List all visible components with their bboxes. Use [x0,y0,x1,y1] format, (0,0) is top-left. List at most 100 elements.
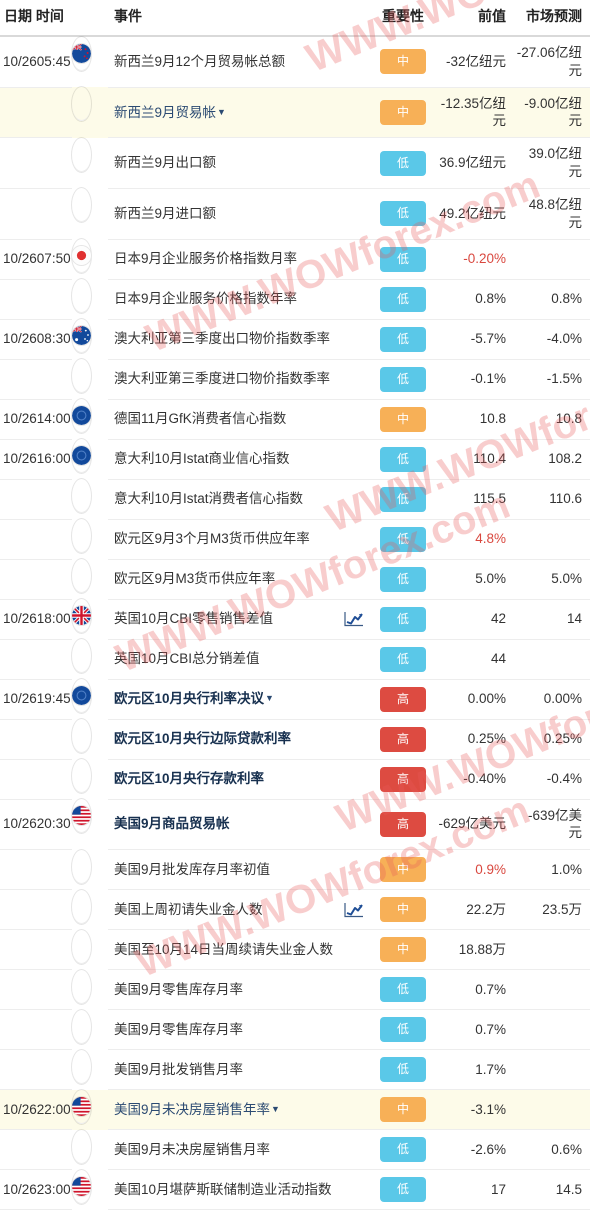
cell-event[interactable]: 澳大利亚第三季度进口物价指数季率 [108,359,371,400]
cell-event[interactable]: 欧元区9月3个月M3货币供应年率 [108,519,371,560]
cell-event[interactable]: 美国9月批发销售月率 [108,1049,371,1091]
cell-importance: 中 [370,87,437,139]
cell-datetime [0,1009,72,1051]
cell-datetime [0,519,72,560]
event-name[interactable]: 新西兰9月贸易帐 [114,105,216,120]
cell-event[interactable]: 美国9月零售库存月率 [108,969,371,1011]
cell-forecast-value: 23.5万 [514,889,590,931]
cell-event[interactable]: 英国10月CBI总分销差值 [108,639,371,680]
event-name[interactable]: 欧元区10月央行利率决议 [114,691,264,706]
event-name[interactable]: 英国10月CBI零售销售差值 [114,611,273,626]
cell-event[interactable]: 日本9月企业服务价格指数月率 [108,239,371,280]
table-row[interactable]: 欧元区9月3个月M3货币供应年率 低 4.8% [0,519,590,560]
table-row[interactable]: 欧元区10月央行边际贷款利率 高 0.25% 0.25% [0,719,590,760]
cell-event[interactable]: 英国10月CBI零售销售差值 [108,599,371,640]
chevron-down-icon[interactable]: ▼ [217,107,226,117]
table-row[interactable]: 澳大利亚第三季度进口物价指数季率 低 -0.1% -1.5% [0,359,590,400]
event-name[interactable]: 美国9月零售库存月率 [114,1022,243,1037]
event-name[interactable]: 美国9月批发销售月率 [114,1062,243,1077]
table-row[interactable]: 美国上周初请失业金人数 中 22.2万 23.5万 [0,889,590,931]
event-name[interactable]: 日本9月企业服务价格指数月率 [114,251,297,266]
event-name[interactable]: 美国9月商品贸易帐 [114,816,230,831]
cell-event[interactable]: 新西兰9月进口额 [108,188,371,240]
table-row[interactable]: 美国9月批发销售月率 低 1.7% [0,1049,590,1091]
event-name[interactable]: 美国9月未决房屋销售年率 [114,1102,270,1117]
cell-datetime [0,279,72,320]
cell-event[interactable]: 日本9月企业服务价格指数年率 [108,279,371,320]
event-name[interactable]: 日本9月企业服务价格指数年率 [114,291,297,306]
line-chart-icon[interactable] [344,902,364,918]
table-row[interactable]: 日本9月企业服务价格指数年率 低 0.8% 0.8% [0,279,590,320]
event-name[interactable]: 美国9月批发库存月率初值 [114,862,270,877]
cell-datetime: 10/2616:00 [0,439,72,480]
cell-event[interactable]: 美国至10月14日当周续请失业金人数 [108,929,371,971]
chevron-down-icon[interactable]: ▼ [265,694,274,703]
event-name-wrapper: 美国至10月14日当周续请失业金人数 [114,941,366,959]
event-name[interactable]: 德国11月GfK消费者信心指数 [114,411,286,426]
cell-event[interactable]: 美国9月未决房屋销售月率 [108,1129,371,1171]
cell-event[interactable]: 美国9月零售库存月率 [108,1009,371,1051]
event-name[interactable]: 欧元区10月央行存款利率 [114,771,264,786]
column-header-importance: 重要性 [370,0,437,37]
cell-importance: 低 [370,279,437,320]
event-name[interactable]: 新西兰9月12个月贸易帐总额 [114,54,285,69]
cell-event[interactable]: 欧元区9月M3货币供应年率 [108,559,371,600]
event-name[interactable]: 美国10月堪萨斯联储制造业活动指数 [114,1182,332,1197]
previous-value: 4.8% [475,531,507,547]
table-row[interactable]: 美国至10月14日当周续请失业金人数 中 18.88万 [0,929,590,971]
cell-event[interactable]: 德国11月GfK消费者信心指数 [108,399,371,440]
table-row[interactable]: 新西兰9月出口额 低 36.9亿纽元 39.0亿纽元 [0,137,590,189]
table-row[interactable]: 10/2605:45 新西兰9月12个月贸易帐总额 中 -32亿纽元 -27.06亿纽… [0,36,590,88]
table-row[interactable]: 美国9月批发库存月率初值 中 0.9% 1.0% [0,849,590,891]
line-chart-icon[interactable] [344,611,364,627]
cell-event[interactable]: 美国9月批发库存月率初值 [108,849,371,891]
table-row[interactable]: 新西兰9月进口额 低 49.2亿纽元 48.8亿纽元 [0,188,590,240]
table-row[interactable]: 10/2622:00 美国9月未决房屋销售年率▼ 中 -3.1% [0,1089,590,1131]
event-name[interactable]: 欧元区9月M3货币供应年率 [114,571,275,586]
table-row[interactable]: 欧元区10月央行存款利率 高 -0.40% -0.4% [0,759,590,800]
event-name[interactable]: 意大利10月Istat商业信心指数 [114,451,290,466]
event-name[interactable]: 美国9月零售库存月率 [114,982,243,997]
table-row[interactable]: 美国9月零售库存月率 低 0.7% [0,1009,590,1051]
table-row[interactable]: 10/2623:00 美国10月堪萨斯联储制造业活动指数 低 17 14.5 [0,1169,590,1210]
chevron-down-icon[interactable]: ▼ [271,1104,280,1114]
table-row[interactable]: 意大利10月Istat消费者信心指数 低 115.5 110.6 [0,479,590,520]
event-name[interactable]: 新西兰9月进口额 [114,206,216,221]
table-row[interactable]: 10/2616:00 意大利10月Istat商业信心指数 低 110.4 108.2 [0,439,590,480]
table-row[interactable]: 10/2607:50 日本9月企业服务价格指数月率 低 -0.20% [0,239,590,280]
cell-event[interactable]: 欧元区10月央行利率决议▼ [108,679,371,720]
table-row[interactable]: 10/2608:30 澳大利亚第三季度出口物价指数季率 低 -5.7% -4.0% [0,319,590,360]
event-name[interactable]: 欧元区9月3个月M3货币供应年率 [114,531,310,546]
cell-event[interactable]: 美国9月商品贸易帐 [108,799,371,851]
table-row[interactable]: 10/2620:30 美国9月商品贸易帐 高 -629亿美元 -639亿美元 [0,799,590,851]
event-name[interactable]: 美国至10月14日当周续请失业金人数 [114,942,333,957]
table-row[interactable]: 英国10月CBI总分销差值 低 44 [0,639,590,680]
table-row[interactable]: 美国9月零售库存月率 低 0.7% [0,969,590,1011]
event-name[interactable]: 英国10月CBI总分销差值 [114,651,260,666]
table-row[interactable]: 欧元区9月M3货币供应年率 低 5.0% 5.0% [0,559,590,600]
table-row[interactable]: 10/2618:00 英国10月CBI零售销售差值 低 42 14 [0,599,590,640]
cell-event[interactable]: 新西兰9月贸易帐▼ [108,87,371,139]
cell-event[interactable]: 澳大利亚第三季度出口物价指数季率 [108,319,371,360]
cell-event[interactable]: 意大利10月Istat消费者信心指数 [108,479,371,520]
cell-event[interactable]: 意大利10月Istat商业信心指数 [108,439,371,480]
event-name[interactable]: 澳大利亚第三季度出口物价指数季率 [114,331,330,346]
cell-event[interactable]: 美国9月未决房屋销售年率▼ [108,1089,371,1131]
event-name[interactable]: 美国上周初请失业金人数 [114,902,263,917]
event-name[interactable]: 美国9月未决房屋销售月率 [114,1142,270,1157]
event-name[interactable]: 意大利10月Istat消费者信心指数 [114,491,303,506]
cell-importance: 中 [370,849,437,891]
cell-event[interactable]: 新西兰9月出口额 [108,137,371,189]
cell-event[interactable]: 欧元区10月央行存款利率 [108,759,371,800]
event-name[interactable]: 欧元区10月央行边际贷款利率 [114,731,291,746]
cell-event[interactable]: 美国上周初请失业金人数 [108,889,371,931]
table-row[interactable]: 新西兰9月贸易帐▼ 中 -12.35亿纽元 -9.00亿纽元 [0,87,590,139]
cell-event[interactable]: 欧元区10月央行边际贷款利率 [108,719,371,760]
table-row[interactable]: 10/2619:45 欧元区10月央行利率决议▼ 高 0.00% 0.00% [0,679,590,720]
event-name[interactable]: 新西兰9月出口额 [114,155,216,170]
cell-event[interactable]: 美国10月堪萨斯联储制造业活动指数 [108,1169,371,1210]
event-name[interactable]: 澳大利亚第三季度进口物价指数季率 [114,371,330,386]
table-row[interactable]: 美国9月未决房屋销售月率 低 -2.6% 0.6% [0,1129,590,1171]
table-row[interactable]: 10/2614:00 德国11月GfK消费者信心指数 中 10.8 10.8 [0,399,590,440]
cell-event[interactable]: 新西兰9月12个月贸易帐总额 [108,36,371,88]
